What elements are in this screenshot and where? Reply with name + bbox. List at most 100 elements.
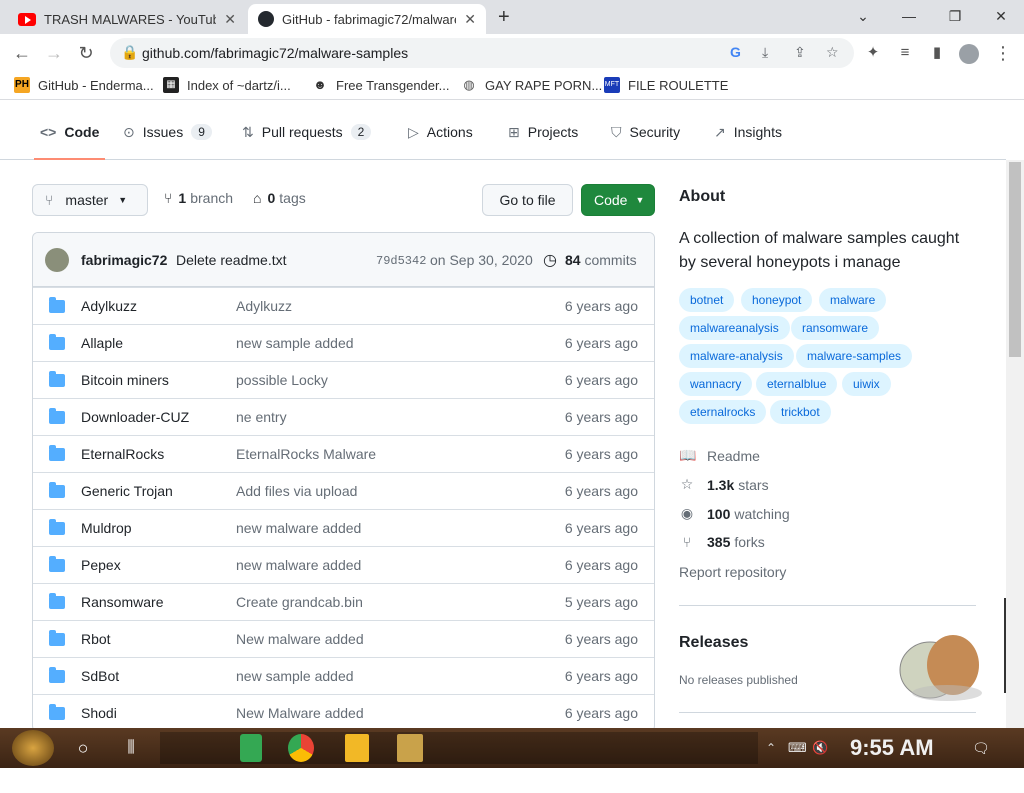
file-name[interactable]: Shodi: [81, 705, 117, 721]
scrollbar-thumb[interactable]: [1009, 162, 1021, 357]
bookmark-github[interactable]: PH GitHub - Enderma...: [14, 77, 154, 93]
search-icon[interactable]: ○: [70, 734, 96, 762]
notifications-icon[interactable]: 🗨 3: [972, 734, 996, 784]
topic-tag[interactable]: botnet: [679, 288, 735, 312]
bookmark-star-icon[interactable]: ☆: [826, 44, 839, 61]
commit-message[interactable]: New malware added: [236, 631, 364, 647]
file-name[interactable]: Muldrop: [81, 520, 132, 536]
file-name[interactable]: Pepex: [81, 557, 121, 573]
file-name[interactable]: Adylkuzz: [81, 298, 137, 314]
start-button[interactable]: [12, 730, 54, 766]
bookmark-globe[interactable]: ◍ GAY RAPE PORN...: [461, 77, 602, 93]
new-tab-button[interactable]: +: [498, 6, 510, 29]
tray-expand-icon[interactable]: ⌃: [766, 734, 778, 762]
minimize-button[interactable]: —: [894, 5, 924, 27]
topic-tag[interactable]: ransomware: [791, 316, 880, 340]
topic-tag[interactable]: eternalrocks: [679, 400, 767, 424]
reload-button[interactable]: ↻: [73, 41, 99, 65]
file-name[interactable]: Bitcoin miners: [81, 372, 169, 388]
google-icon[interactable]: G: [730, 44, 741, 60]
commit-message[interactable]: Delete readme.txt: [176, 252, 287, 268]
readme-link[interactable]: 📖 Readme: [679, 447, 760, 464]
branches-link[interactable]: ⑂ 1 branch: [164, 190, 233, 206]
file-name[interactable]: Allaple: [81, 335, 123, 351]
commit-message[interactable]: Adylkuzz: [236, 298, 292, 314]
restore-button[interactable]: ❐: [940, 5, 970, 27]
commit-message[interactable]: Add files via upload: [236, 483, 357, 499]
network-icon[interactable]: ⌨: [788, 734, 807, 762]
topic-tag[interactable]: eternalblue: [756, 372, 838, 396]
profile-avatar[interactable]: [956, 41, 982, 65]
go-to-file-button[interactable]: Go to file: [482, 184, 573, 216]
file-name[interactable]: EternalRocks: [81, 446, 164, 462]
code-button[interactable]: Code ▼: [581, 184, 655, 216]
sheets-icon[interactable]: [240, 734, 262, 762]
side-panel-icon[interactable]: ▮: [924, 41, 950, 65]
topic-tag[interactable]: trickbot: [770, 400, 831, 424]
releases-heading[interactable]: Releases: [679, 634, 748, 652]
commits-link[interactable]: 84 commits: [565, 252, 637, 268]
stars-link[interactable]: ☆ 1.3k stars: [679, 476, 769, 493]
topic-tag[interactable]: malware-samples: [796, 344, 913, 368]
extensions-icon[interactable]: ✦: [860, 41, 886, 65]
bookmark-index[interactable]: ▦ Index of ~dartz/i...: [163, 77, 291, 93]
file-name[interactable]: Generic Trojan: [81, 483, 173, 499]
topic-tag[interactable]: wannacry: [679, 372, 753, 396]
file-name[interactable]: Rbot: [81, 631, 111, 647]
media-icon[interactable]: ≡: [892, 41, 918, 65]
topic-tag[interactable]: malware: [819, 288, 887, 312]
watchers-link[interactable]: ◉ 100 watching: [679, 505, 790, 522]
commit-message[interactable]: new malware added: [236, 520, 361, 536]
tab-github[interactable]: GitHub - fabrimagic72/malware-samples ✕: [248, 4, 486, 34]
commit-message[interactable]: new sample added: [236, 335, 354, 351]
commit-message[interactable]: New Malware added: [236, 705, 364, 721]
close-tab-icon[interactable]: ✕: [464, 11, 476, 28]
menu-icon[interactable]: ⋮: [990, 41, 1016, 65]
file-name[interactable]: Ransomware: [81, 594, 163, 610]
commit-message[interactable]: EternalRocks Malware: [236, 446, 376, 462]
commit-message[interactable]: Create grandcab.bin: [236, 594, 363, 610]
forks-link[interactable]: ⑂ 385 forks: [679, 534, 765, 550]
clock[interactable]: 9:55 AM: [850, 734, 945, 762]
topic-tag[interactable]: uiwix: [842, 372, 891, 396]
back-button[interactable]: ←: [9, 41, 35, 65]
bookmark-file-roulette[interactable]: MFT FILE ROULETTE: [604, 77, 728, 93]
chrome-icon[interactable]: [288, 734, 314, 762]
page-scrollbar[interactable]: [1006, 160, 1024, 728]
file-name[interactable]: SdBot: [81, 668, 119, 684]
share-icon[interactable]: ⇪: [794, 44, 806, 61]
commit-hash[interactable]: 79d5342: [376, 254, 426, 268]
app-icon[interactable]: [397, 734, 423, 762]
tab-projects[interactable]: ⊞ Projects: [508, 104, 578, 160]
tab-code[interactable]: <> Code: [33, 104, 106, 160]
commit-message[interactable]: new malware added: [236, 557, 361, 573]
avatar[interactable]: [45, 248, 69, 272]
tab-security[interactable]: ⛉ Security: [611, 104, 680, 160]
tab-youtube[interactable]: TRASH MALWARES - YouTube ✕: [8, 4, 246, 34]
topic-tag[interactable]: malware-analysis: [679, 344, 794, 368]
close-window-button[interactable]: ✕: [986, 5, 1016, 27]
commit-message[interactable]: ne entry: [236, 409, 287, 425]
file-name[interactable]: Downloader-CUZ: [81, 409, 189, 425]
tab-insights[interactable]: ↗ Insights: [714, 104, 782, 160]
commit-message[interactable]: new sample added: [236, 668, 354, 684]
tags-link[interactable]: ⌂ 0 tags: [253, 190, 306, 206]
commit-author[interactable]: fabrimagic72: [81, 252, 167, 268]
volume-muted-icon[interactable]: 🔇: [812, 734, 830, 762]
close-tab-icon[interactable]: ✕: [224, 11, 236, 28]
forward-button[interactable]: →: [41, 41, 67, 65]
task-view-icon[interactable]: ⫼: [118, 734, 144, 762]
install-icon[interactable]: ⤓: [762, 44, 768, 61]
report-repository-link[interactable]: Report repository: [679, 564, 786, 580]
branch-select-button[interactable]: ⑂ master ▼: [32, 184, 148, 216]
file-explorer-icon[interactable]: [345, 734, 369, 762]
bookmark-free[interactable]: ☻ Free Transgender...: [312, 77, 449, 93]
tab-actions[interactable]: ▷ Actions: [408, 104, 473, 160]
commit-message[interactable]: possible Locky: [236, 372, 328, 388]
tab-pull-requests[interactable]: ⇅ Pull requests 2: [242, 104, 372, 160]
topic-tag[interactable]: honeypot: [741, 288, 813, 312]
topic-tag[interactable]: malwareanalysis: [679, 316, 790, 340]
address-bar[interactable]: 🔒 github.com/fabrimagic72/malware-sample…: [110, 38, 854, 68]
tab-issues[interactable]: ⊙ Issues 9: [123, 104, 212, 160]
tab-search-icon[interactable]: ⌄: [848, 5, 878, 27]
